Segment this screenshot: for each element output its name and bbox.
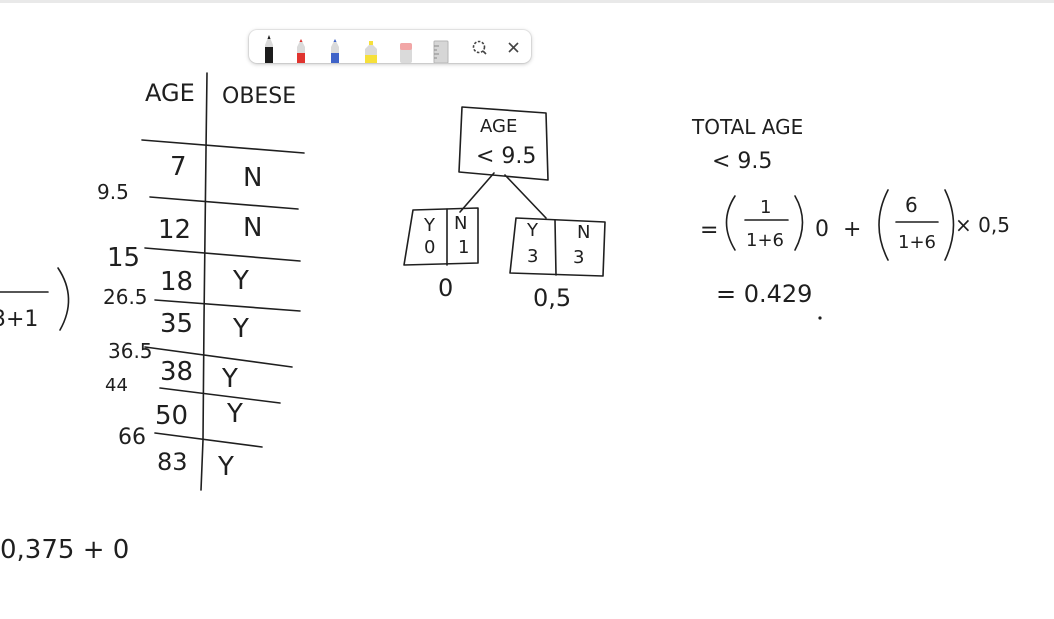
table-row-line	[154, 432, 263, 448]
tree-edge-left	[459, 172, 495, 213]
tree-edge-right	[504, 174, 547, 219]
tree-right-y-count: 3	[527, 246, 538, 267]
left-fraction-denominator: 3+1	[0, 307, 38, 332]
threshold-label: 15	[107, 243, 140, 273]
ink-dot	[818, 316, 822, 320]
tree-root-condition: < 9.5	[476, 144, 536, 169]
table-row-line	[144, 247, 301, 262]
table-age-cell: 35	[160, 309, 193, 339]
tree-right-gini: 0,5	[533, 284, 571, 312]
calc-result: = 0.429	[716, 280, 812, 308]
calc-plus-sign: +	[843, 217, 861, 242]
calc-equals: =	[700, 218, 718, 243]
tree-right-y-label: Y	[526, 220, 539, 241]
calc-fraction2-numerator: 6	[905, 193, 918, 217]
table-header-line	[141, 139, 305, 154]
table-header-obese: OBESE	[222, 84, 296, 109]
threshold-label: 66	[118, 425, 146, 450]
tree-right-n-count: 3	[573, 247, 584, 268]
calc-term2-multiplier: × 0,5	[955, 213, 1010, 237]
threshold-label: 36.5	[108, 339, 153, 363]
tree-right-n-label: N	[577, 222, 590, 243]
threshold-label: 26.5	[103, 285, 148, 309]
tree-left-n-count: 1	[458, 237, 469, 258]
calc-title-line2: < 9.5	[712, 149, 772, 174]
calc-paren-open-2	[878, 189, 889, 261]
table-obese-cell: N	[243, 213, 262, 243]
table-obese-cell: Y	[221, 364, 238, 394]
table-age-cell: 38	[160, 357, 193, 387]
tree-left-y-count: 0	[424, 237, 435, 258]
left-paren-close	[57, 267, 70, 331]
tree-left-n-label: N	[454, 213, 467, 234]
tree-left-gini: 0	[438, 274, 453, 302]
table-obese-cell: N	[243, 163, 262, 193]
threshold-label: 44	[105, 375, 128, 396]
calc-fraction1-denominator: 1+6	[746, 230, 784, 251]
left-bottom-expression: 0,375 + 0	[0, 535, 129, 565]
calc-fraction2-denominator: 1+6	[898, 232, 936, 253]
tree-right-leaf-box	[509, 217, 606, 277]
table-age-cell: 7	[170, 152, 187, 182]
calc-paren-close-2	[944, 189, 955, 261]
tree-left-y-label: Y	[423, 215, 436, 236]
table-age-cell: 12	[158, 215, 191, 245]
calc-term1-multiplier: 0	[815, 217, 829, 242]
table-age-cell: 83	[157, 448, 188, 476]
table-row-line	[149, 196, 299, 210]
table-header-age: AGE	[145, 79, 195, 107]
threshold-label: 9.5	[97, 180, 129, 204]
whiteboard-canvas[interactable]: AGE OBESE 7 N 12 N 18 Y 35 Y 38 Y 50 Y 8…	[0, 0, 1054, 619]
table-obese-cell: Y	[217, 452, 234, 482]
calc-title-line1: TOTAL AGE	[691, 115, 803, 139]
tree-right-leaf-divider	[554, 219, 557, 276]
table-vertical-divider	[200, 72, 208, 491]
calc-paren-open-1	[725, 195, 736, 251]
table-age-cell: 50	[155, 401, 188, 431]
tree-root-feature: AGE	[480, 116, 517, 137]
table-obese-cell: Y	[232, 266, 249, 296]
table-obese-cell: Y	[232, 314, 249, 344]
table-obese-cell: Y	[226, 399, 243, 429]
table-age-cell: 18	[160, 267, 193, 297]
calc-fraction1-numerator: 1	[760, 197, 771, 218]
calc-paren-close-1	[794, 195, 804, 251]
